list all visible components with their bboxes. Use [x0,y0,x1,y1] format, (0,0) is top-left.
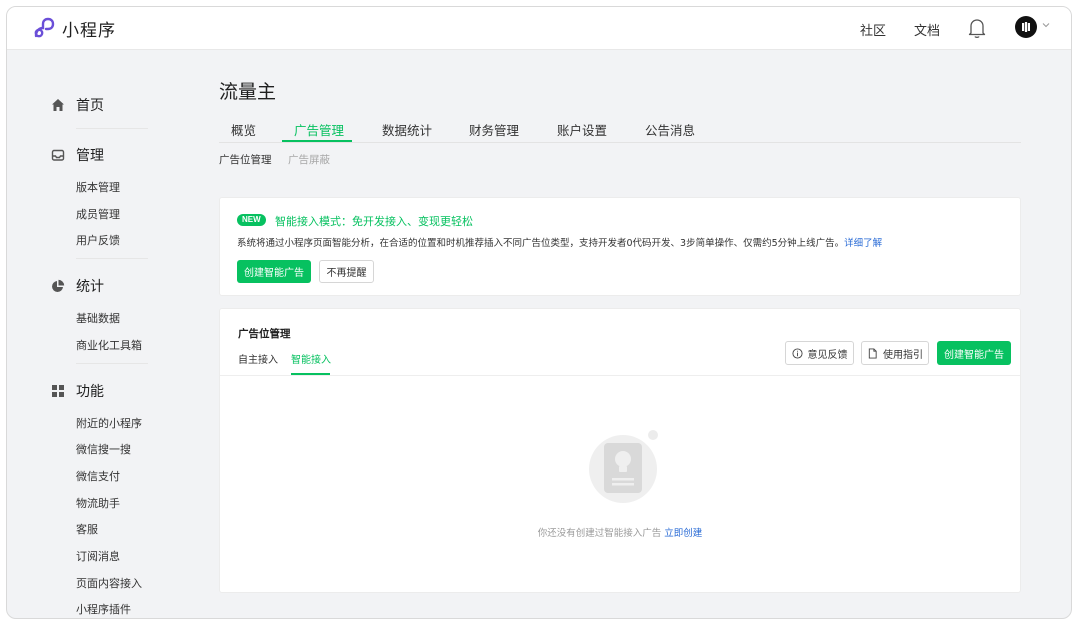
feedback-button-label: 意见反馈 [807,349,848,361]
sidebar-item-search[interactable]: 微信搜一搜 [76,441,131,457]
create-smart-ad-button[interactable]: 创建智能广告 [237,260,311,283]
sidebar-group-label: 统计 [76,279,104,295]
sidebar-item-home[interactable]: 首页 [51,95,104,115]
sidebar-group-label: 管理 [76,148,104,164]
sidebar-item-content[interactable]: 页面内容接入 [76,575,142,591]
sidebar-item-version[interactable]: 版本管理 [76,179,120,195]
tab-self-integration[interactable]: 自主接入 [238,351,278,366]
sidebar-item-plugins[interactable]: 小程序插件 [76,601,131,617]
app-title[interactable]: 小程序 [62,16,116,41]
pie-chart-icon [52,279,65,292]
tab-ad-management[interactable]: 广告管理 [294,120,344,139]
sidebar-group-label: 功能 [76,384,104,400]
create-smart-ad-button[interactable]: 创建智能广告 [937,341,1011,365]
ad-slot-card: 广告位管理 自主接入 智能接入 意见反馈 使用指引 创建智能广告 你还没有创建过… [219,308,1021,593]
sidebar-item-members[interactable]: 成员管理 [76,206,120,222]
tab-finance[interactable]: 财务管理 [469,120,519,139]
new-badge: NEW [237,214,266,226]
info-circle-icon [791,347,803,359]
smart-mode-banner: NEW 智能接入模式：免开发接入、变现更轻松 系统将通过小程序页面智能分析，在合… [219,197,1021,296]
banner-description: 系统将通过小程序页面智能分析，在合适的位置和时机推荐插入不同广告位类型，支持开发… [237,235,882,249]
sidebar-group-manage[interactable]: 管理 [51,145,104,165]
chevron-down-icon[interactable] [1042,22,1050,28]
sidebar-item-nearby[interactable]: 附近的小程序 [76,415,142,431]
tab-data-stats[interactable]: 数据统计 [382,120,432,139]
divider [76,363,148,364]
empty-state-text: 你还没有创建过智能接入广告 立即创建 [220,525,1020,539]
card-title: 广告位管理 [238,328,291,340]
sidebar-item-subscribe[interactable]: 订阅消息 [76,548,120,564]
guide-button-label: 使用指引 [883,349,923,361]
banner-description-text: 系统将通过小程序页面智能分析，在合适的位置和时机推荐插入不同广告位类型，支持开发… [237,238,845,249]
sidebar: 首页 管理 版本管理 成员管理 用户反馈 统计 基础数据 商业化工具箱 功能 附… [7,51,187,618]
page-title: 流量主 [219,81,277,103]
main-tabs: 概览 广告管理 数据统计 财务管理 账户设置 公告消息 [219,120,1021,143]
learn-more-link[interactable]: 详细了解 [844,238,882,249]
sidebar-item-toolbox[interactable]: 商业化工具箱 [76,337,142,353]
dismiss-button[interactable]: 不再提醒 [319,260,374,283]
sidebar-item-logistics[interactable]: 物流助手 [76,495,120,511]
sidebar-group-label: 首页 [76,98,104,114]
sidebar-item-pay[interactable]: 微信支付 [76,468,120,484]
tab-overview[interactable]: 概览 [231,120,256,139]
sidebar-item-feedback[interactable]: 用户反馈 [76,232,120,248]
grid-icon [52,385,64,397]
sidebar-group-features[interactable]: 功能 [51,381,104,401]
app-window: 小程序 社区 文档 首页 管理 版本管理 成员管理 用户反馈 统计 基础数据 商… [6,6,1072,619]
sidebar-group-stats[interactable]: 统计 [51,276,104,296]
community-link[interactable]: 社区 [860,20,886,39]
guide-button[interactable]: 使用指引 [861,341,929,365]
miniprogram-logo-icon[interactable] [32,16,56,40]
divider [76,128,148,129]
inbox-icon [51,149,65,161]
tab-account-settings[interactable]: 账户设置 [557,120,607,139]
docs-link[interactable]: 文档 [914,20,940,39]
create-now-link[interactable]: 立即创建 [664,528,702,539]
feedback-button[interactable]: 意见反馈 [785,341,854,365]
avatar-glyph-icon [1022,22,1030,32]
bell-icon[interactable] [967,17,987,39]
tab-announcements[interactable]: 公告消息 [645,120,695,139]
divider [76,258,148,259]
empty-state-lightbulb-icon [589,430,658,503]
banner-title: 智能接入模式：免开发接入、变现更轻松 [275,215,473,228]
top-bar: 小程序 社区 文档 [7,7,1071,50]
document-icon [868,347,877,359]
tab-smart-integration[interactable]: 智能接入 [291,351,331,366]
subtab-ad-slots[interactable]: 广告位管理 [219,152,272,167]
home-icon [52,99,64,111]
divider [220,375,1020,376]
subtab-ad-blocking[interactable]: 广告屏蔽 [288,152,330,167]
avatar[interactable] [1015,16,1037,38]
active-tab-indicator [282,140,352,142]
empty-state-message: 你还没有创建过智能接入广告 [537,528,662,539]
sidebar-item-basic-data[interactable]: 基础数据 [76,310,120,326]
sidebar-item-service[interactable]: 客服 [76,521,98,537]
